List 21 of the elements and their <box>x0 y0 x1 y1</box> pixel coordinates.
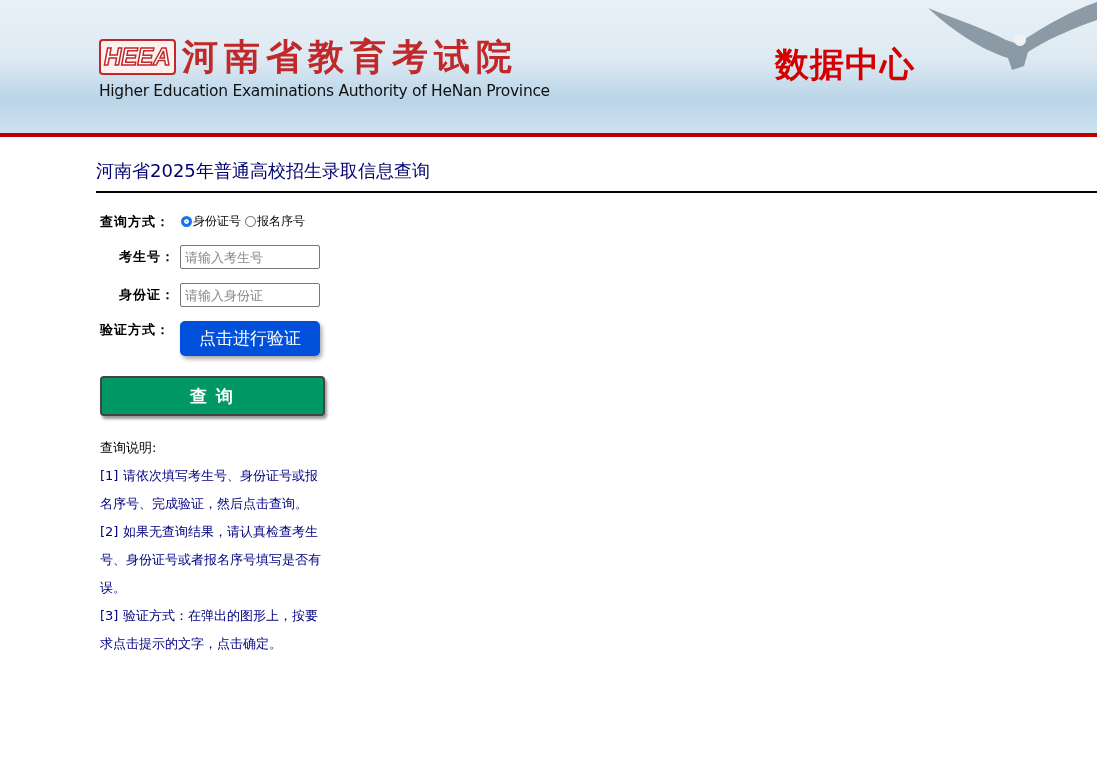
radio-label: 身份证号 <box>193 213 241 230</box>
radio-button[interactable] <box>245 216 256 227</box>
text-input[interactable]: 请输入身份证 <box>180 283 320 307</box>
org-name-english: Higher Education Examinations Authority of HeNan Province <box>99 82 550 100</box>
note-text: [1] 请依次填写考生号、身份证号或报名序号、完成验证，然后点击查询。 <box>100 467 319 513</box>
verify-button[interactable]: 点击进行验证 <box>180 321 320 356</box>
radio-label: 报名序号 <box>257 213 305 230</box>
query-button[interactable]: 查 询 <box>100 376 325 416</box>
notes-heading: 查询说明: <box>100 439 158 457</box>
radio-button[interactable] <box>181 216 192 227</box>
logo-mark: HEEA <box>99 39 176 75</box>
note-text: [2] 如果无查询结果，请认真检查考生号、身份证号或者报名序号填写是否有误。 <box>100 523 322 597</box>
field-label: 验证方式： <box>100 321 171 339</box>
field-label: 查询方式： <box>100 213 171 231</box>
field-label: 身份证： <box>118 286 175 304</box>
org-name: 河南省教育考试院 <box>181 37 518 77</box>
note-text: [3] 验证方式：在弹出的图形上，按要求点击提示的文字，点击确定。 <box>100 607 319 653</box>
page-title: 河南省2025年普通高校招生录取信息查询 <box>96 159 1097 193</box>
section-title: 数据中心 <box>775 43 915 86</box>
text-input[interactable]: 请输入考生号 <box>180 245 320 269</box>
field-label: 考生号： <box>118 248 175 266</box>
